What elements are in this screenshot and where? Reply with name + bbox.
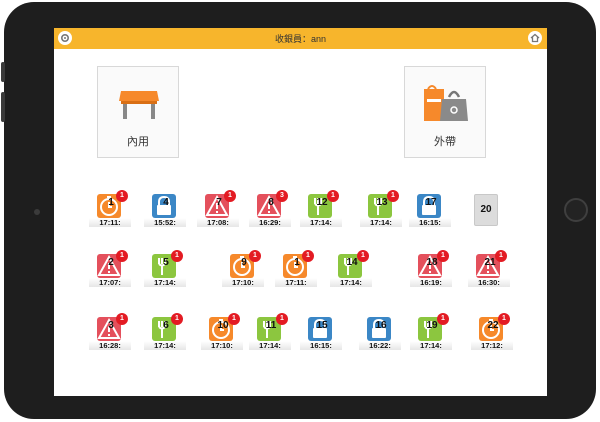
table-tile-empty[interactable]: 20 bbox=[474, 194, 498, 226]
table-time: 17:14: bbox=[144, 341, 186, 350]
table-tile[interactable]: 8 3 16:29: bbox=[249, 190, 291, 232]
order-count-badge: 1 bbox=[302, 250, 314, 262]
order-count-badge: 1 bbox=[171, 313, 183, 325]
order-count-badge: 1 bbox=[249, 250, 261, 262]
table-tile[interactable]: 1 1 17:11: bbox=[89, 190, 131, 232]
cashier-title: 收銀員：ann bbox=[274, 34, 327, 44]
table-tile[interactable]: 2 1 17:07: bbox=[89, 250, 131, 292]
table-tile[interactable]: 16 16:22: bbox=[359, 313, 401, 355]
top-bar: 收銀員：ann bbox=[54, 28, 547, 49]
table-number: 4 bbox=[163, 197, 169, 208]
order-count-badge: 1 bbox=[437, 313, 449, 325]
table-time: 17:14: bbox=[360, 218, 402, 227]
table-time: 17:11: bbox=[89, 218, 131, 227]
table-tile[interactable]: 13 1 17:14: bbox=[360, 190, 402, 232]
table-time: 17:14: bbox=[330, 278, 372, 287]
table-time: 17:10: bbox=[222, 278, 264, 287]
table-time: 17:11: bbox=[275, 278, 317, 287]
table-tile[interactable]: 14 1 17:14: bbox=[330, 250, 372, 292]
order-count-badge: 3 bbox=[276, 190, 288, 202]
table-tile[interactable]: 10 1 17:10: bbox=[201, 313, 243, 355]
table-time: 16:22: bbox=[359, 341, 401, 350]
table-time: 17:12: bbox=[471, 341, 513, 350]
order-count-badge: 1 bbox=[357, 250, 369, 262]
table-tile[interactable]: 19 1 17:14: bbox=[410, 313, 452, 355]
order-count-badge: 1 bbox=[116, 250, 128, 262]
table-number: 20 bbox=[480, 204, 492, 215]
dine-in-label: 內用 bbox=[127, 136, 149, 148]
table-tile[interactable]: 21 1 16:30: bbox=[468, 250, 510, 292]
table-time: 17:08: bbox=[197, 218, 239, 227]
order-count-badge: 1 bbox=[171, 250, 183, 262]
table-time: 16:30: bbox=[468, 278, 510, 287]
table-time: 15:52: bbox=[144, 218, 186, 227]
order-count-badge: 1 bbox=[224, 190, 236, 202]
table-tile[interactable]: 5 1 17:14: bbox=[144, 250, 186, 292]
table-time: 16:28: bbox=[89, 341, 131, 350]
table-number: 16 bbox=[375, 320, 387, 331]
order-count-badge: 1 bbox=[495, 250, 507, 262]
order-count-badge: 1 bbox=[327, 190, 339, 202]
table-tile[interactable]: 4 15:52: bbox=[144, 190, 186, 232]
table-time: 17:14: bbox=[249, 341, 291, 350]
order-count-badge: 1 bbox=[228, 313, 240, 325]
takeout-button[interactable]: 外帶 bbox=[404, 66, 486, 158]
device-home-button[interactable] bbox=[564, 198, 588, 222]
table-tile[interactable]: 3 1 16:28: bbox=[89, 313, 131, 355]
app-screen: 收銀員：ann 內用 外帶 1 1 17:11: 4 15:52: 7 1 17:08: 8 3 1… bbox=[54, 28, 547, 396]
table-time: 16:15: bbox=[409, 218, 451, 227]
order-count-badge: 1 bbox=[387, 190, 399, 202]
table-time: 17:07: bbox=[89, 278, 131, 287]
table-tile[interactable]: 22 1 17:12: bbox=[471, 313, 513, 355]
table-time: 16:19: bbox=[410, 278, 452, 287]
table-number: 15 bbox=[316, 320, 328, 331]
order-count-badge: 1 bbox=[276, 313, 288, 325]
table-tile[interactable]: 12 1 17:14: bbox=[300, 190, 342, 232]
table-tile[interactable]: 11 1 17:14: bbox=[249, 313, 291, 355]
table-time: 17:14: bbox=[300, 218, 342, 227]
table-time: 16:29: bbox=[249, 218, 291, 227]
table-icon bbox=[119, 91, 159, 119]
table-time: 17:14: bbox=[144, 278, 186, 287]
dine-in-button[interactable]: 內用 bbox=[97, 66, 179, 158]
volume-button bbox=[1, 62, 5, 82]
table-time: 17:14: bbox=[410, 341, 452, 350]
table-tile[interactable]: 15 16:15: bbox=[300, 313, 342, 355]
table-tile[interactable]: 17 16:15: bbox=[409, 190, 451, 232]
table-tile[interactable]: 18 1 16:19: bbox=[410, 250, 452, 292]
table-number: 17 bbox=[425, 197, 437, 208]
table-time: 17:10: bbox=[201, 341, 243, 350]
order-count-badge: 1 bbox=[498, 313, 510, 325]
table-tile[interactable]: 6 1 17:14: bbox=[144, 313, 186, 355]
order-count-badge: 1 bbox=[116, 190, 128, 202]
table-tile[interactable]: 9 1 17:10: bbox=[222, 250, 264, 292]
order-count-badge: 1 bbox=[437, 250, 449, 262]
front-camera bbox=[34, 209, 40, 215]
shopping-bag-icon bbox=[424, 85, 468, 121]
home-icon[interactable] bbox=[528, 31, 542, 45]
volume-button bbox=[1, 92, 5, 122]
table-tile[interactable]: 7 1 17:08: bbox=[197, 190, 239, 232]
order-count-badge: 1 bbox=[116, 313, 128, 325]
table-time: 16:15: bbox=[300, 341, 342, 350]
table-tile[interactable]: 1 1 17:11: bbox=[275, 250, 317, 292]
takeout-label: 外帶 bbox=[434, 136, 456, 148]
